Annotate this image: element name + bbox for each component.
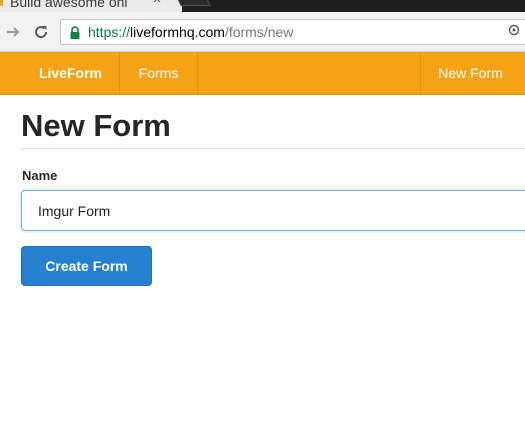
tab-title: Build awesome onl	[10, 0, 128, 10]
nav-new-form-link[interactable]: New Form	[420, 52, 520, 94]
forward-arrow-icon[interactable]	[2, 21, 24, 43]
new-tab-button[interactable]	[175, 0, 211, 6]
page-title: New Form	[21, 108, 171, 143]
nav-forms-link[interactable]: Forms	[120, 52, 198, 94]
url-path: /forms/new	[224, 24, 294, 40]
url-text: https://liveformhq.com/forms/new	[88, 24, 293, 41]
app-navbar: LiveForm Forms New Form	[0, 52, 525, 95]
title-divider	[21, 148, 525, 149]
url-scheme: https://	[88, 24, 131, 40]
name-input[interactable]	[21, 190, 525, 231]
reload-icon[interactable]	[30, 21, 52, 43]
extension-icon[interactable]	[508, 24, 520, 39]
browser-toolbar: https://liveformhq.com/forms/new	[0, 12, 525, 52]
browser-tab[interactable]: Build awesome onl ×	[0, 0, 182, 12]
name-label: Name	[22, 168, 58, 183]
brand-link[interactable]: LiveForm	[22, 52, 120, 94]
address-bar[interactable]: https://liveformhq.com/forms/new	[60, 19, 525, 45]
tab-close-icon[interactable]: ×	[150, 0, 164, 8]
browser-tabstrip: Build awesome onl ×	[0, 0, 525, 12]
url-host: liveformhq.com	[130, 24, 225, 40]
lock-icon	[69, 26, 81, 40]
tab-favicon-icon	[0, 0, 3, 6]
create-form-button[interactable]: Create Form	[21, 246, 152, 286]
